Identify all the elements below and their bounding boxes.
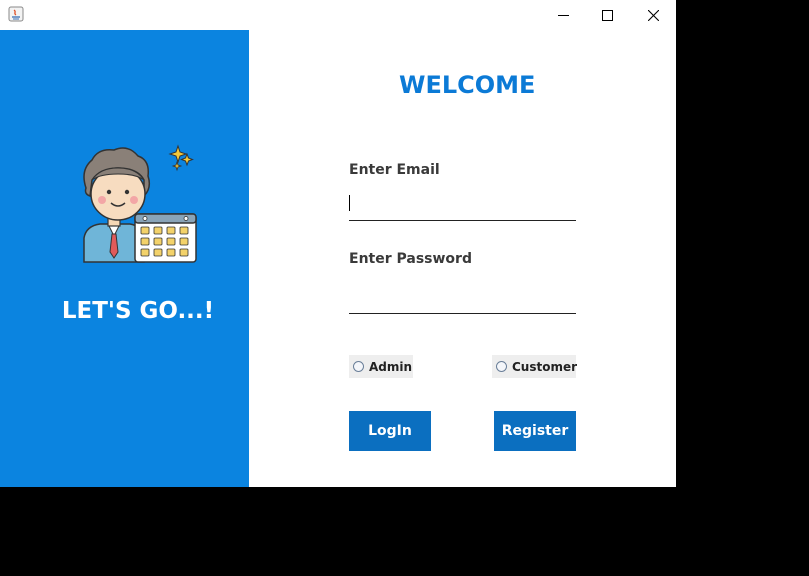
email-label: Enter Email xyxy=(349,162,440,178)
register-button[interactable]: Register xyxy=(494,411,576,451)
password-field[interactable] xyxy=(349,285,576,314)
minimize-button[interactable] xyxy=(540,0,586,30)
app-window: LET'S GO...! WELCOME Enter Email Enter P… xyxy=(0,0,676,487)
page-title: WELCOME xyxy=(399,71,536,99)
text-cursor xyxy=(349,195,350,211)
email-field[interactable] xyxy=(349,192,576,221)
radio-circle-icon xyxy=(353,361,364,372)
customer-radio-label: Customer xyxy=(512,359,578,374)
login-button[interactable]: LogIn xyxy=(349,411,431,451)
maximize-icon xyxy=(601,9,613,21)
maximize-button[interactable] xyxy=(584,0,630,30)
password-label: Enter Password xyxy=(349,251,472,267)
admin-radio-label: Admin xyxy=(369,359,413,374)
close-icon xyxy=(647,9,659,21)
person-with-calendar-icon xyxy=(83,144,197,263)
admin-radio[interactable]: Admin xyxy=(349,355,413,378)
title-bar xyxy=(0,0,676,30)
radio-circle-icon xyxy=(496,361,507,372)
close-button[interactable] xyxy=(630,0,676,30)
minimize-icon xyxy=(557,14,569,16)
java-app-icon xyxy=(8,6,24,22)
tagline: LET'S GO...! xyxy=(61,298,215,324)
left-panel: LET'S GO...! xyxy=(0,30,249,487)
customer-radio[interactable]: Customer xyxy=(492,355,578,378)
login-form: WELCOME Enter Email Enter Password Admin… xyxy=(249,30,676,487)
